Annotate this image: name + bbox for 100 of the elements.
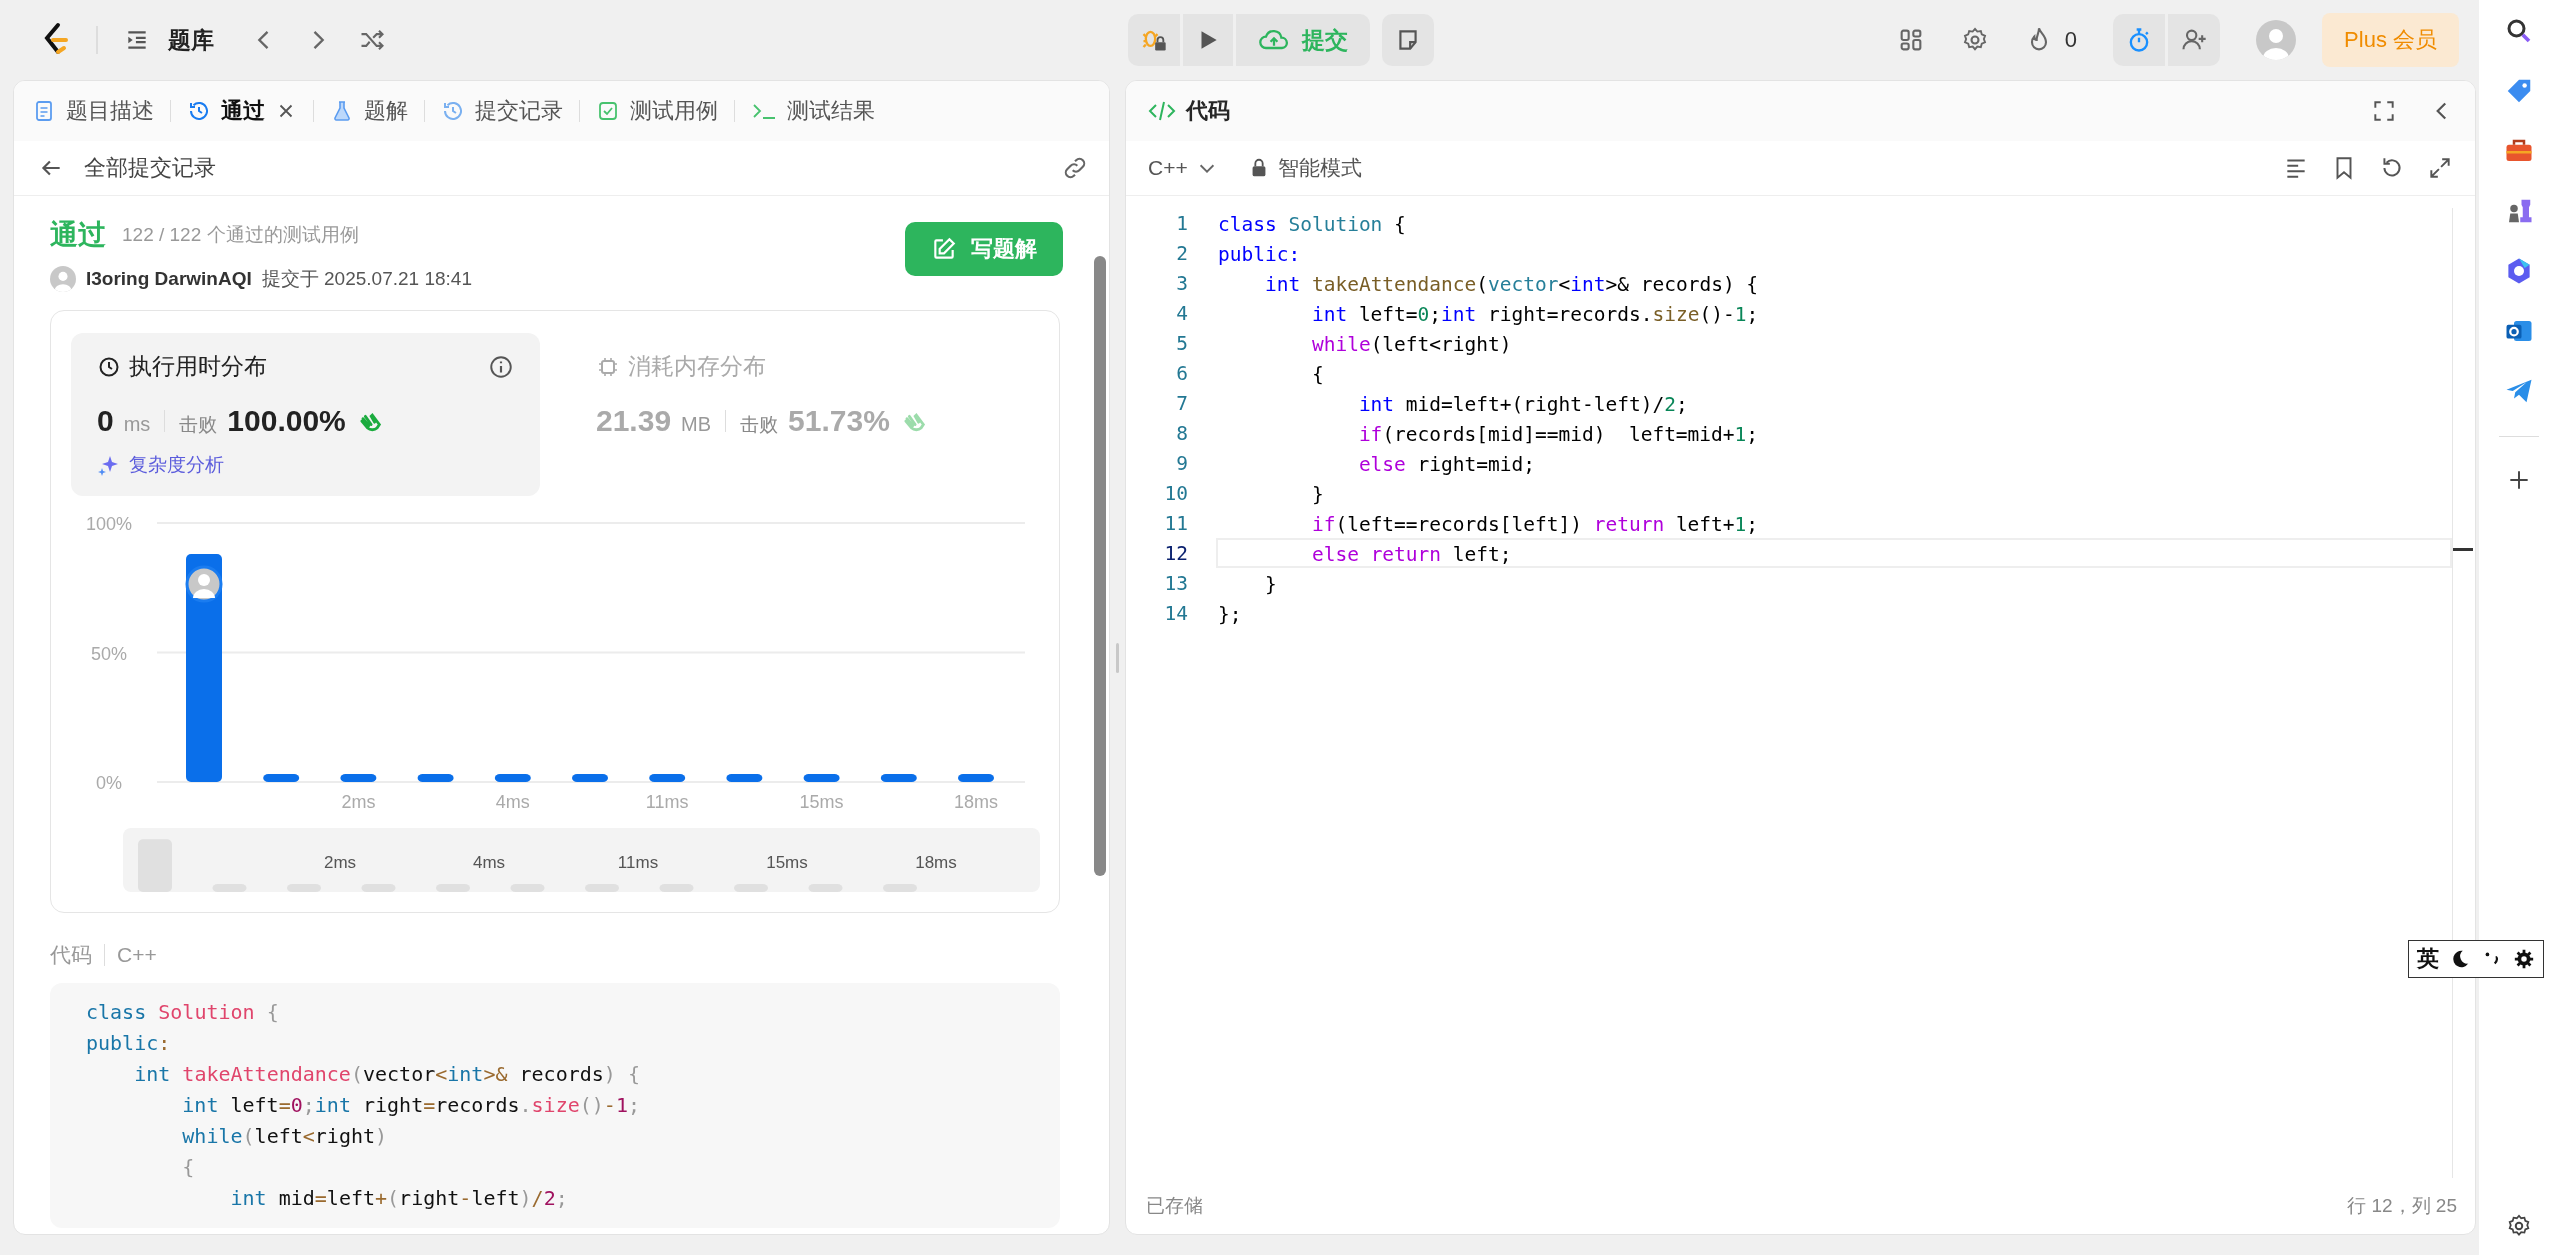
panel-tab[interactable]: 题目描述 [30, 90, 156, 132]
resize-handle[interactable] [1116, 642, 1119, 673]
panel-tab[interactable]: 提交记录 [439, 90, 565, 132]
line-number: 9 [1175, 451, 1189, 475]
chart-bar[interactable] [803, 774, 840, 782]
y-axis-label: 0% [96, 773, 122, 793]
history-icon [441, 99, 465, 123]
stat-panel[interactable]: 消耗内存分布 21.39 MB 击败 51.73% [570, 333, 1039, 496]
code-line[interactable]: int left=0;int right=records.size()-1; [1216, 298, 2452, 328]
code-line: { [181, 1154, 196, 1181]
code-line: int mid=left+(right-left)/2; [229, 1185, 569, 1212]
code-line[interactable]: } [1216, 478, 2452, 508]
note-button[interactable] [1381, 14, 1434, 66]
chart-bar[interactable] [572, 774, 608, 782]
line-number: 2 [1175, 241, 1189, 265]
language-label: C++ [117, 943, 157, 967]
chart-bar[interactable] [340, 774, 377, 782]
status-text: 通过 [50, 218, 106, 252]
stat-panel[interactable]: 执行用时分布 0 ms 击败 100.00% 复杂度分析 [71, 333, 540, 496]
timer-button[interactable] [2113, 14, 2166, 66]
scrollbar-thumb[interactable] [1094, 256, 1106, 876]
info-icon[interactable] [488, 353, 514, 380]
input-language-toggle[interactable]: 英 [2417, 944, 2439, 974]
x-axis-label: 4ms [495, 792, 530, 812]
x-axis-label: 2ms [341, 792, 376, 812]
overview-bar [436, 884, 470, 892]
overview-bar [212, 884, 247, 892]
chart-bar[interactable] [880, 774, 917, 782]
range-overview[interactable]: 2ms 4ms 11ms 15ms 18ms [123, 828, 1040, 892]
stat-unit: ms [123, 413, 151, 436]
code-line[interactable]: { [1216, 358, 2452, 388]
chart-bar[interactable] [263, 774, 300, 782]
fullscreen-icon[interactable] [2371, 98, 2397, 124]
beats-label: 击败 [740, 413, 779, 437]
x-axis-label: 15ms [799, 792, 844, 812]
code-line[interactable]: }; [1216, 598, 2452, 628]
checkbox-icon [596, 99, 620, 123]
y-axis-label: 100% [86, 514, 132, 534]
line-number: 10 [1163, 481, 1189, 505]
settings-icon[interactable] [2513, 948, 2535, 970]
complexity-analysis-link[interactable]: 复杂度分析 [97, 452, 514, 478]
code-line: class Solution { [86, 999, 280, 1026]
code-line[interactable]: else right=mid; [1216, 448, 2452, 478]
code-line[interactable]: int takeAttendance(vector<int>& records) { [1216, 268, 2452, 298]
line-number: 8 [1175, 421, 1189, 445]
language-dropdown[interactable]: C++ [1148, 156, 1218, 180]
beats-percent: 51.73% [788, 404, 890, 438]
chart-bar[interactable] [494, 774, 531, 782]
save-status: 已存储 [1146, 1194, 1203, 1218]
debug-button[interactable] [1127, 14, 1180, 66]
beats-percent: 100.00% [227, 404, 346, 438]
code-line: while(left<right) [181, 1123, 389, 1150]
code-line[interactable]: if(left==records[left]) return left+1; [1216, 508, 2452, 538]
test-cases-text: 122 / 122 个通过的测试用例 [122, 223, 359, 247]
panel-tab[interactable]: 测试结果 [749, 90, 877, 132]
panel-tab[interactable]: 题解 [328, 90, 410, 132]
overview-bar [361, 884, 396, 892]
username-link[interactable]: I3oring DarwinAQI [86, 268, 252, 290]
overview-label: 18ms [915, 853, 957, 872]
code-line[interactable]: public: [1216, 238, 2452, 268]
editor-title: 代码 [1186, 97, 1230, 125]
problem-list-button[interactable]: 题库 [124, 24, 214, 56]
chart-bar[interactable] [958, 774, 994, 782]
run-button[interactable] [1182, 14, 1233, 66]
stat-title: 执行用时分布 [129, 352, 267, 381]
overview-bar [138, 839, 172, 892]
overview-bar [883, 884, 917, 892]
line-number: 13 [1163, 571, 1189, 595]
stat-value: 21.39 [596, 404, 672, 438]
invite-button[interactable] [2168, 14, 2221, 66]
overview-label: 15ms [766, 853, 808, 872]
code-line[interactable]: } [1216, 568, 2452, 598]
stat-title: 消耗内存分布 [628, 352, 766, 381]
all-submissions-link[interactable]: 全部提交记录 [84, 153, 216, 183]
line-number: 14 [1163, 601, 1189, 625]
overview-bar [510, 884, 545, 892]
code-line[interactable]: if(records[mid]==mid) left=mid+1; [1216, 418, 2452, 448]
expand-icon[interactable] [2427, 155, 2453, 181]
stat-value: 0 [97, 404, 114, 438]
code-line[interactable]: class Solution { [1216, 208, 2452, 238]
chart-bar[interactable] [726, 774, 763, 782]
panel-tab[interactable]: 通过 [185, 90, 299, 132]
code-label: 代码 [50, 942, 92, 968]
chart-bar[interactable] [649, 774, 686, 782]
code-line: int left=0;int right=records.size()-1; [181, 1092, 641, 1119]
panel-tab[interactable]: 测试用例 [594, 90, 720, 132]
chart-bar[interactable] [417, 774, 454, 782]
overview-label: 4ms [472, 853, 506, 872]
overview-bar [287, 884, 321, 892]
code-line[interactable]: while(left<right) [1216, 328, 2452, 358]
overview-bar [808, 884, 843, 892]
line-number: 4 [1175, 301, 1189, 325]
stat-unit: MB [681, 413, 712, 436]
mode-toggle[interactable]: 智能模式 [1247, 154, 1362, 182]
code-line[interactable]: int mid=left+(right-left)/2; [1216, 388, 2452, 418]
streak-count: 0 [2064, 27, 2078, 53]
code-icon [1148, 99, 1176, 123]
cursor-position: 行 12，列 25 [2347, 1194, 2457, 1218]
overview-bar [659, 884, 694, 892]
overview-bar [734, 884, 768, 892]
